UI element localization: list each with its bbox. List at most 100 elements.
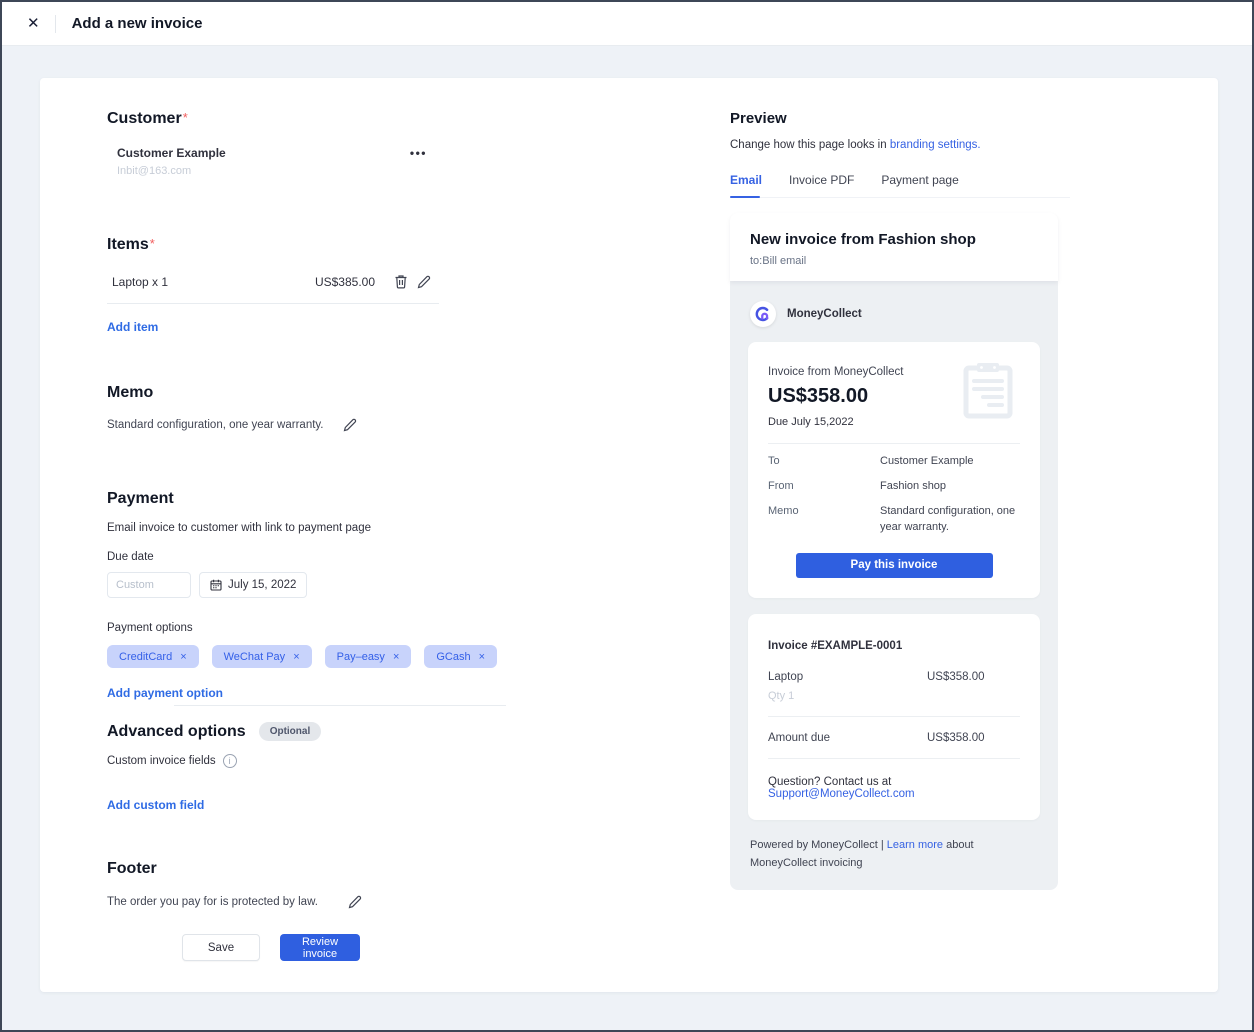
tab-payment-page[interactable]: Payment page — [881, 173, 958, 187]
email-footer: Powered by MoneyCollect | Learn more abo… — [750, 836, 1038, 872]
save-button[interactable]: Save — [182, 934, 260, 961]
contact-line: Question? Contact us at Support@MoneyCol… — [768, 776, 1020, 800]
items-card-divider — [768, 758, 1020, 759]
item-label: Laptop x 1 — [112, 275, 168, 289]
due-date-label: Due date — [107, 551, 439, 563]
review-invoice-button[interactable]: Review invoice — [280, 934, 360, 961]
custom-fields-row: Custom invoice fields i — [107, 754, 439, 768]
invoice-row-to: To Customer Example — [768, 454, 1020, 470]
payment-chip-wechat-pay[interactable]: WeChat Pay × — [212, 645, 312, 668]
payment-section: Payment Email invoice to customer with l… — [107, 490, 439, 702]
footer-section: Footer The order you pay for is protecte… — [107, 860, 439, 909]
edit-memo-icon[interactable] — [343, 418, 357, 432]
invoice-document-icon — [962, 360, 1014, 425]
remove-chip-icon[interactable]: × — [293, 651, 299, 663]
invoice-items-card: Invoice #EXAMPLE-0001 Laptop US$358.00 Q… — [748, 614, 1040, 820]
items-card-divider — [768, 716, 1020, 717]
chip-label: WeChat Pay — [224, 651, 286, 663]
custom-due-date-input[interactable] — [107, 572, 191, 598]
amount-due-row: Amount due US$358.00 — [768, 732, 1020, 744]
customer-info: Customer Example Inbit@163.com — [117, 146, 226, 177]
item-amount: US$385.00 — [315, 275, 375, 289]
invoice-number: Invoice #EXAMPLE-0001 — [768, 640, 1020, 652]
customer-heading: Customer — [107, 110, 182, 128]
due-date-inputs: July 15, 2022 — [107, 572, 439, 598]
advanced-heading: Advanced options — [107, 723, 246, 741]
payment-options-label: Payment options — [107, 622, 439, 634]
invoice-row-memo: Memo Standard configuration, one year wa… — [768, 504, 1020, 536]
advanced-heading-row: Advanced options Optional — [107, 722, 439, 741]
top-bar: ✕ Add a new invoice — [2, 2, 1252, 46]
footer-text: The order you pay for is protected by la… — [107, 896, 318, 908]
email-body: MoneyCollect Invoice from MoneyCollect U… — [730, 281, 1058, 890]
payment-options-chips: CreditCard × WeChat Pay × Pay–easy × GCa… — [107, 645, 439, 668]
amount-due-value: US$358.00 — [927, 732, 1020, 744]
custom-fields-label: Custom invoice fields — [107, 755, 216, 767]
delete-item-icon[interactable] — [394, 274, 408, 289]
pay-this-invoice-button[interactable]: Pay this invoice — [796, 553, 993, 578]
close-icon[interactable]: ✕ — [27, 16, 40, 31]
section-divider — [174, 705, 506, 706]
payment-chip-pay-easy[interactable]: Pay–easy × — [325, 645, 412, 668]
invoice-detail-rows: To Customer Example From Fashion shop Me… — [768, 454, 1020, 536]
row-label: From — [768, 479, 880, 495]
brand-name: MoneyCollect — [787, 308, 862, 320]
learn-more-link[interactable]: Learn more — [887, 839, 943, 851]
remove-chip-icon[interactable]: × — [479, 651, 485, 663]
support-email-link[interactable]: Support@MoneyCollect.com — [768, 788, 915, 800]
item-row: Laptop x 1 US$385.00 — [107, 274, 439, 289]
preview-subtitle-text: Change how this page looks in — [730, 139, 890, 151]
add-item-button[interactable]: Add item — [107, 320, 158, 334]
tab-invoice-pdf[interactable]: Invoice PDF — [789, 173, 854, 187]
remove-chip-icon[interactable]: × — [180, 651, 186, 663]
footer-row: The order you pay for is protected by la… — [107, 895, 439, 909]
date-picker-button[interactable]: July 15, 2022 — [199, 572, 307, 598]
memo-text: Standard configuration, one year warrant… — [107, 419, 324, 431]
invoice-item-row: Laptop US$358.00 — [768, 671, 1020, 683]
email-subject: New invoice from Fashion shop — [750, 231, 1038, 248]
customer-menu-icon[interactable]: ••• — [410, 146, 427, 160]
edit-item-icon[interactable] — [417, 275, 431, 289]
branding-settings-link[interactable]: branding settings. — [890, 139, 981, 151]
required-asterisk: * — [183, 110, 188, 125]
optional-badge: Optional — [259, 722, 322, 741]
email-header: New invoice from Fashion shop to:Bill em… — [730, 213, 1058, 281]
item-amount: US$358.00 — [927, 671, 1020, 683]
payment-chip-gcash[interactable]: GCash × — [424, 645, 497, 668]
add-payment-option-button[interactable]: Add payment option — [107, 686, 223, 700]
required-asterisk: * — [150, 236, 155, 251]
moneycollect-logo-icon — [750, 301, 776, 327]
info-icon[interactable]: i — [223, 754, 237, 768]
chip-label: GCash — [436, 651, 470, 663]
invoice-row-from: From Fashion shop — [768, 479, 1020, 495]
item-name: Laptop — [768, 671, 803, 683]
advanced-options-section: Advanced options Optional Custom invoice… — [107, 722, 439, 814]
customer-name: Customer Example — [117, 146, 226, 160]
row-value: Customer Example — [880, 454, 974, 470]
preview-subtitle: Change how this page looks in branding s… — [730, 139, 1070, 151]
form-actions: Save Review invoice — [107, 934, 439, 961]
memo-row: Standard configuration, one year warrant… — [107, 418, 439, 432]
calendar-icon — [210, 579, 222, 591]
edit-footer-icon[interactable] — [348, 895, 362, 909]
preview-panel: Preview Change how this page looks in br… — [730, 78, 1070, 890]
row-label: Memo — [768, 504, 880, 536]
email-to-line: to:Bill email — [750, 255, 1038, 267]
brand-row: MoneyCollect — [750, 301, 1040, 327]
customer-row: Customer Example Inbit@163.com ••• — [107, 146, 439, 177]
amount-due-label: Amount due — [768, 732, 830, 744]
main-panel: Customer* Customer Example Inbit@163.com… — [40, 78, 1218, 992]
date-value: July 15, 2022 — [228, 579, 296, 591]
chip-label: CreditCard — [119, 651, 172, 663]
customer-email: Inbit@163.com — [117, 165, 226, 177]
tab-email[interactable]: Email — [730, 173, 762, 187]
payment-chip-creditcard[interactable]: CreditCard × — [107, 645, 199, 668]
contact-text: Question? Contact us at — [768, 776, 891, 788]
topbar-divider — [55, 15, 56, 33]
memo-heading: Memo — [107, 384, 153, 402]
add-custom-field-button[interactable]: Add custom field — [107, 798, 204, 812]
remove-chip-icon[interactable]: × — [393, 651, 399, 663]
items-heading: Items — [107, 236, 149, 254]
invoice-summary-card: Invoice from MoneyCollect US$358.00 Due … — [748, 342, 1040, 598]
preview-tabs: Email Invoice PDF Payment page — [730, 173, 1070, 198]
